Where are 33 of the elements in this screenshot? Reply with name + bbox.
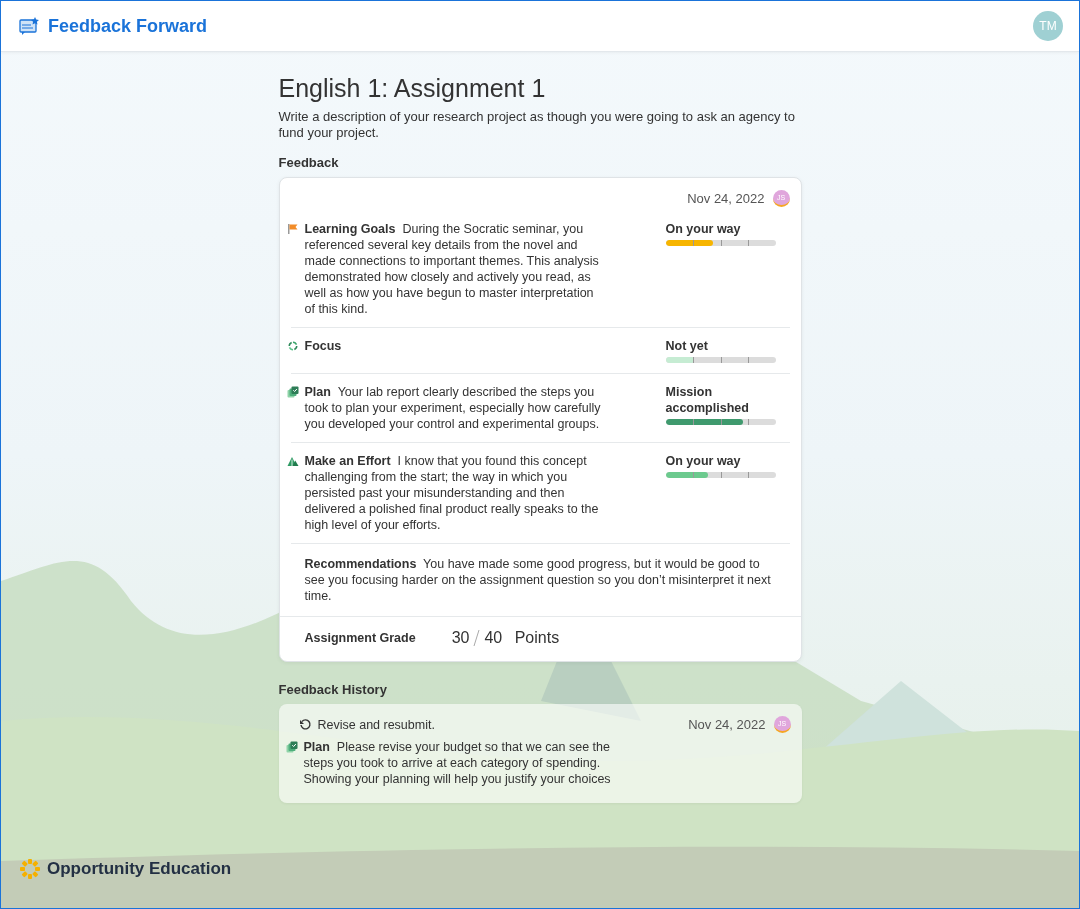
criterion-text: Plan Please revise your budget so that we can see the steps you took to arrive at each category of spending. Showing your planning will help you justify your choices [303,739,612,787]
section-heading: Feedback [278,155,340,170]
section-heading: Feedback History [278,682,388,697]
grade-total: 40 [484,629,503,647]
app-name: Feedback Forward [48,15,208,37]
stacked-cards-icon [286,386,299,398]
criterion-text: Focus [304,338,342,354]
recommendations-text: Recommendations You have made some good progress, but it would be good to see you focusing harder on the assignment question so you don’t misinterpret it next time. [303,556,772,605]
cycle-icon [286,340,299,352]
flag-icon [286,223,299,235]
criterion-text: Make an Effort I know that you found this concept challenging from the start; the way in which you persisted past your misunderstanding and then delivered a polished final product really speaks to the high level of your efforts. [304,453,600,533]
stacked-cards-icon [285,741,298,753]
brand-name: Opportunity Education [47,859,232,879]
criterion-text: Learning Goals During the Socratic seminar, you referenced several key details from the novel and made connections to important themes. This analysis demonstrated how closely and actively you read, as well as how you have begun to master interpretation of this kind. [304,221,600,317]
grade-label: Assignment Grade [304,631,416,645]
sun-logo-icon [19,858,41,880]
fraction-slash-icon [473,629,481,647]
rating-label: Not yet [665,338,709,354]
user-avatar[interactable]: TM [1033,11,1063,41]
grade-score: 30 [451,629,470,647]
assignment-title: English 1: Assignment 1 [278,74,547,103]
rating-label: On your way [665,221,742,237]
feedback-date: Nov 24, 2022 [687,191,765,206]
chat-star-logo-icon [19,15,40,37]
grade-unit: Points [514,629,560,647]
criterion-text: Plan Your lab report clearly described the steps you took to plan your experiment, especially how carefully you developed your control and experimental groups. [304,384,602,432]
rating-label: On your way [665,453,742,469]
revise-icon [298,718,312,731]
rating-label: Mission accomplished [665,384,750,416]
status-text: Revise and resubmit. [317,717,435,732]
assignment-description: Write a description of your research project as though you were going to ask an agency to fund your project. [278,109,796,141]
mountain-icon [286,455,299,467]
history-date: Nov 24, 2022 [688,717,766,732]
